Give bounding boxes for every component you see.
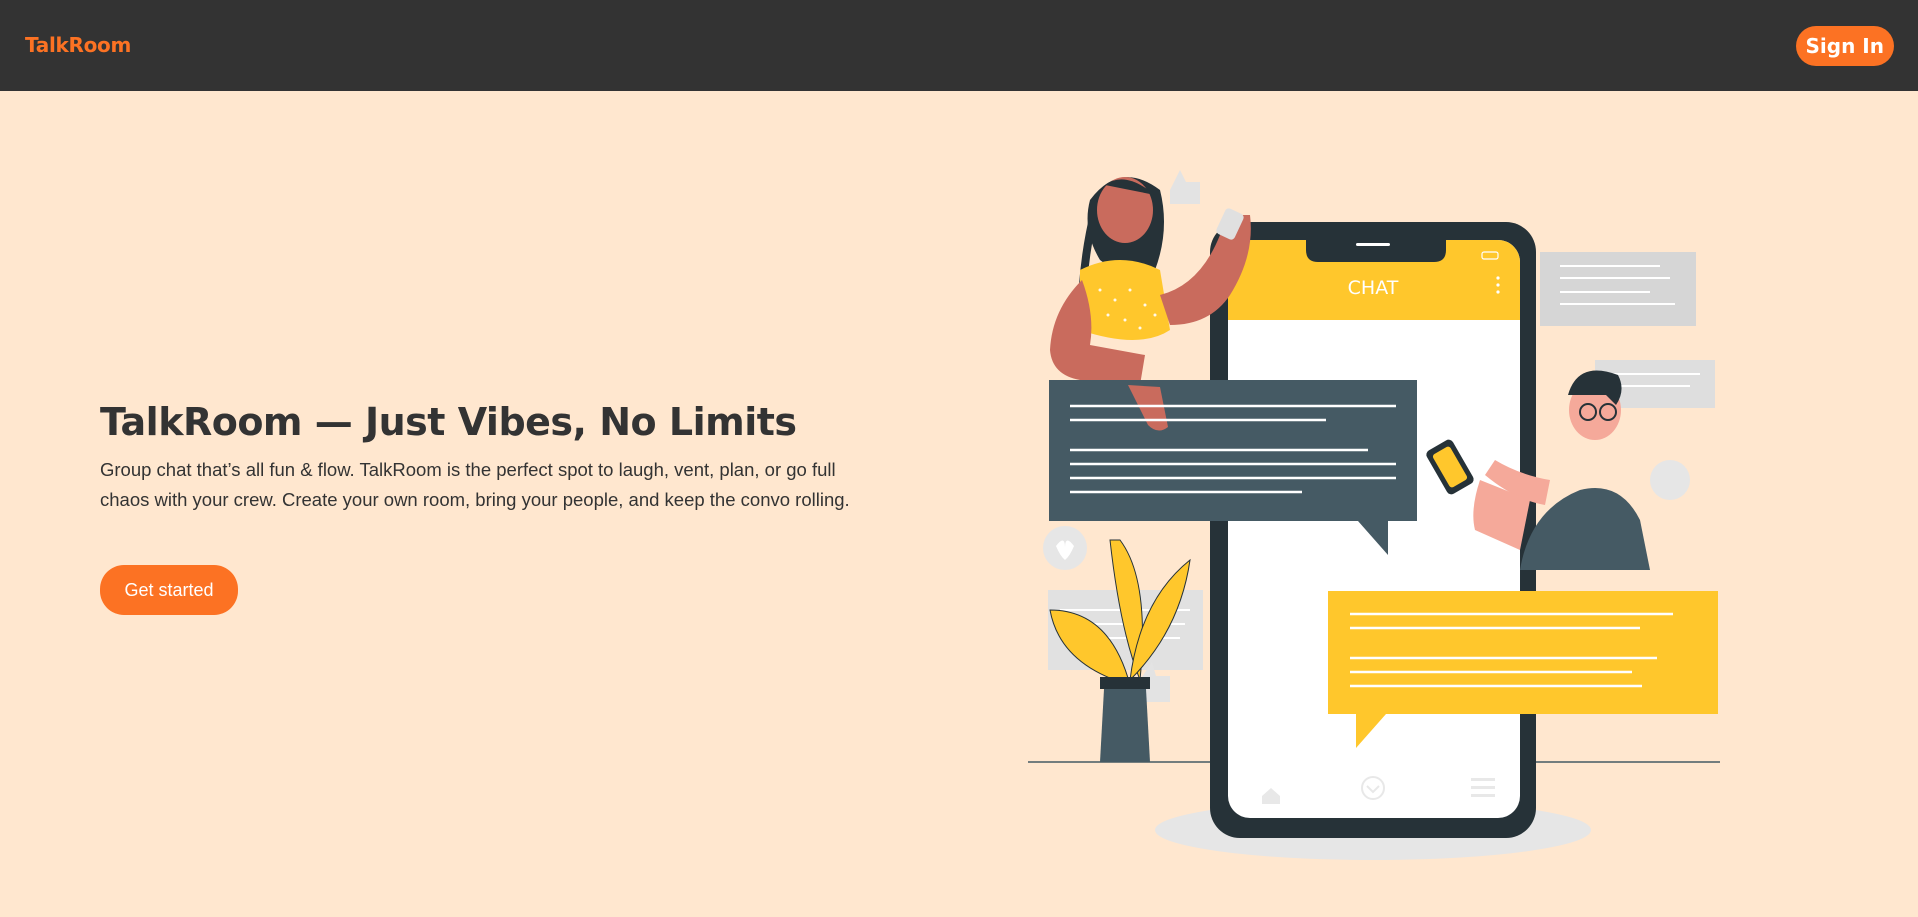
get-started-button[interactable]: Get started [100,565,238,615]
hero-title: TalkRoom — Just Vibes, No Limits [100,400,797,444]
navbar: TalkRoom Sign In [0,0,1918,91]
hero-description: Group chat that’s all fun & flow. TalkRo… [100,459,850,510]
phone-chat-header: CHAT [1348,277,1399,299]
hero-illustration: CHAT [1028,170,1720,860]
brand-logo[interactable]: TalkRoom [25,33,131,57]
menu-icon [1471,778,1495,797]
sign-in-button[interactable]: Sign In [1795,26,1894,66]
